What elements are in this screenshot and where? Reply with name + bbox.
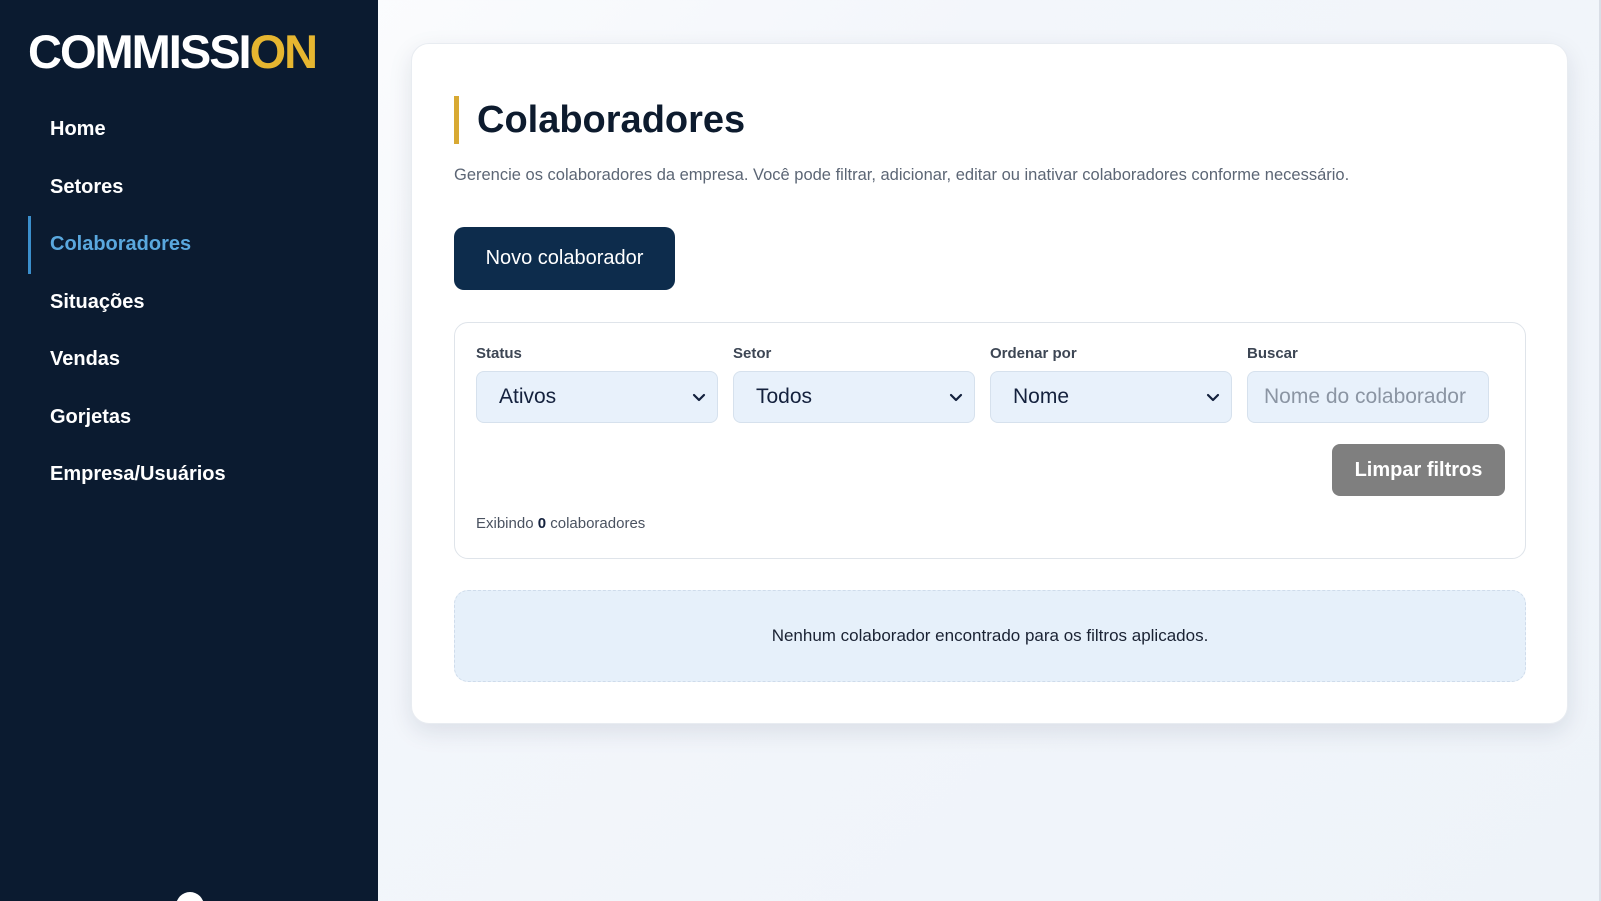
filters-panel: Status Ativos Setor Todos Ordenar por No… — [454, 322, 1526, 559]
user-avatar[interactable] — [176, 892, 204, 901]
sidebar-item-empresa-usuarios[interactable]: Empresa/Usuários — [28, 446, 378, 504]
setor-select[interactable]: Todos — [733, 371, 975, 423]
search-input[interactable] — [1247, 371, 1489, 423]
setor-filter: Setor Todos — [733, 345, 975, 423]
main-card: Colaboradores Gerencie os colaboradores … — [411, 43, 1568, 724]
sidebar-item-vendas[interactable]: Vendas — [28, 331, 378, 389]
chevron-down-icon — [949, 393, 963, 402]
status-select[interactable]: Ativos — [476, 371, 718, 423]
status-label: Status — [476, 345, 522, 362]
page-title-wrapper: Colaboradores — [454, 96, 745, 144]
chevron-down-icon — [692, 393, 706, 402]
order-label: Ordenar por — [990, 345, 1077, 362]
order-select[interactable]: Nome — [990, 371, 1232, 423]
new-colaborador-button[interactable]: Novo colaborador — [454, 227, 675, 290]
status-select-value: Ativos — [499, 385, 557, 408]
setor-select-value: Todos — [756, 385, 813, 408]
logo-text-main: COMMISSI — [28, 25, 252, 78]
search-filter: Buscar — [1247, 345, 1489, 423]
chevron-down-icon — [1206, 393, 1220, 402]
empty-state-message: Nenhum colaborador encontrado para os fi… — [454, 590, 1526, 682]
page-description: Gerencie os colaboradores da empresa. Vo… — [454, 166, 1350, 184]
sidebar-item-setores[interactable]: Setores — [28, 159, 378, 217]
results-count-value: 0 — [537, 515, 547, 532]
sidebar-nav: Home Setores Colaboradores Situações Ven… — [28, 101, 378, 504]
app-logo[interactable]: COMMISSION — [28, 24, 318, 80]
order-select-value: Nome — [1013, 385, 1070, 408]
results-count: Exibindo 0 colaboradores — [476, 515, 645, 532]
results-count-prefix: Exibindo — [476, 515, 534, 532]
sidebar-item-colaboradores[interactable]: Colaboradores — [28, 216, 378, 274]
status-filter: Status Ativos — [476, 345, 718, 423]
results-count-suffix: colaboradores — [550, 515, 646, 532]
sidebar: COMMISSION Home Setores Colaboradores Si… — [0, 0, 378, 901]
search-label: Buscar — [1247, 345, 1298, 362]
clear-filters-button[interactable]: Limpar filtros — [1332, 444, 1505, 496]
sidebar-item-situacoes[interactable]: Situações — [28, 274, 378, 332]
sidebar-item-home[interactable]: Home — [28, 101, 378, 159]
sidebar-item-gorjetas[interactable]: Gorjetas — [28, 389, 378, 447]
order-filter: Ordenar por Nome — [990, 345, 1232, 423]
setor-label: Setor — [733, 345, 772, 362]
page-title: Colaboradores — [477, 99, 746, 141]
logo-text-accent: ON — [249, 25, 318, 78]
